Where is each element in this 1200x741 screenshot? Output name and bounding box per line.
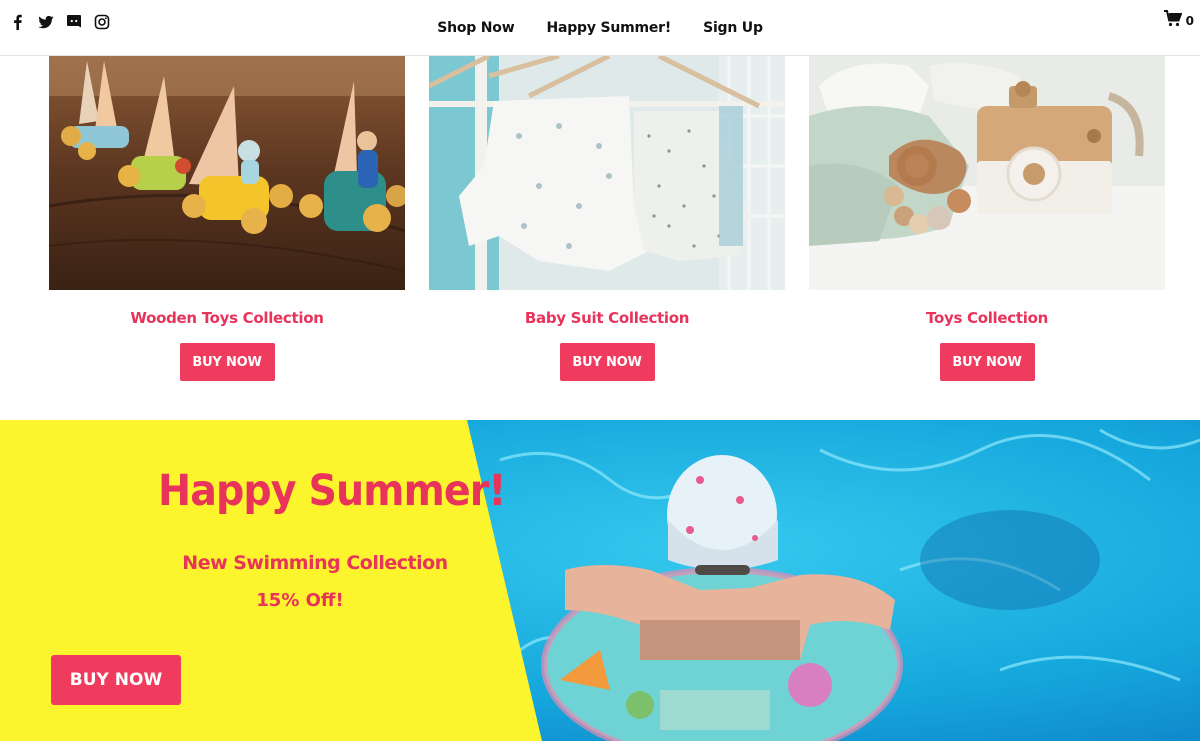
collection-card-wooden-toys: Wooden Toys Collection BUY NOW bbox=[49, 56, 405, 381]
baby-suits-image[interactable] bbox=[429, 56, 785, 290]
wooden-toys-image[interactable] bbox=[49, 56, 405, 290]
main-nav: Shop Now Happy Summer! Sign Up bbox=[0, 0, 1200, 56]
banner-title: Happy Summer! bbox=[158, 466, 506, 516]
instagram-icon[interactable] bbox=[94, 14, 110, 30]
buy-now-button[interactable]: BUY NOW bbox=[939, 343, 1035, 381]
summer-banner: Happy Summer! New Swimming Collection 15… bbox=[0, 420, 1200, 741]
banner-buy-now-button[interactable]: BUY NOW bbox=[51, 655, 181, 705]
collection-title: Wooden Toys Collection bbox=[130, 309, 324, 327]
cart-count: 0 bbox=[1185, 14, 1194, 28]
collection-title: Baby Suit Collection bbox=[524, 309, 690, 327]
toys-image[interactable] bbox=[809, 56, 1165, 290]
site-header: Shop Now Happy Summer! Sign Up 0 bbox=[0, 0, 1200, 56]
nav-sign-up[interactable]: Sign Up bbox=[703, 20, 763, 36]
nav-shop-now[interactable]: Shop Now bbox=[437, 20, 514, 36]
nav-happy-summer[interactable]: Happy Summer! bbox=[546, 20, 671, 36]
collection-card-baby-suits: Baby Suit Collection BUY NOW bbox=[429, 56, 785, 381]
banner-subtitle: New Swimming Collection bbox=[182, 552, 448, 574]
collection-title: Toys Collection bbox=[926, 309, 1048, 327]
twitter-icon[interactable] bbox=[38, 14, 54, 30]
social-links bbox=[10, 14, 110, 30]
discord-icon[interactable] bbox=[66, 14, 82, 30]
buy-now-button[interactable]: BUY NOW bbox=[559, 343, 655, 381]
buy-now-button[interactable]: BUY NOW bbox=[179, 343, 275, 381]
banner-offer: 15% Off! bbox=[256, 590, 344, 611]
cart-icon bbox=[1163, 10, 1183, 32]
collection-card-toys: Toys Collection BUY NOW bbox=[809, 56, 1165, 381]
facebook-icon[interactable] bbox=[10, 14, 26, 30]
cart-button[interactable]: 0 bbox=[1163, 10, 1194, 32]
